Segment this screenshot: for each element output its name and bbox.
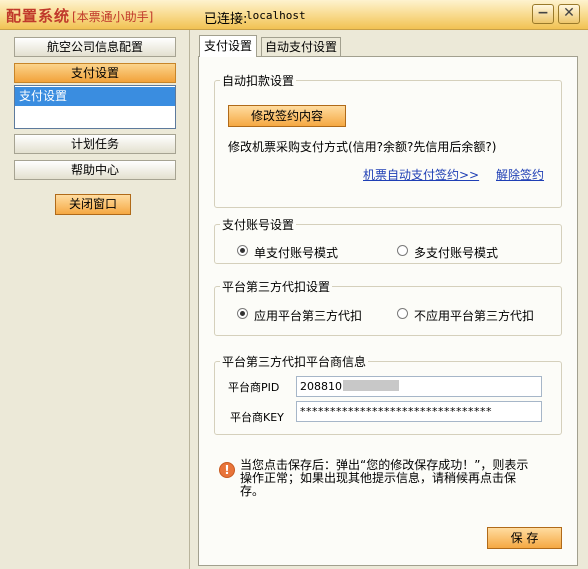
single-account-radio-label[interactable]: 单支付账号模式 [254, 244, 338, 261]
auto-deduct-description: 修改机票采购支付方式(信用?余额?先信用后余额?) [228, 140, 497, 154]
minimize-icon: − [537, 5, 549, 21]
no-third-party-radio-label[interactable]: 不应用平台第三方代扣 [414, 307, 534, 324]
auto-deduct-group-title: 自动扣款设置 [220, 72, 297, 89]
no-third-party-radio[interactable] [397, 308, 408, 319]
auto-payment-contract-link[interactable]: 机票自动支付签约>> [363, 166, 479, 183]
tab-auto-payment-settings[interactable]: 自动支付设置 [261, 37, 341, 56]
close-button[interactable]: ✕ [558, 4, 580, 24]
nav-sublist: 支付设置 [14, 85, 176, 129]
close-window-button[interactable]: 关闭窗口 [55, 194, 131, 215]
pid-redaction-mask [343, 380, 399, 391]
connection-label: 已连接: [204, 12, 248, 27]
save-button[interactable]: 保 存 [487, 527, 562, 549]
pid-input[interactable]: 2088101 [296, 376, 542, 397]
minimize-button[interactable]: − [532, 4, 554, 24]
app-subtitle: [本票通小助手] [72, 10, 154, 24]
connection-host: localhost [246, 9, 306, 22]
multi-account-radio[interactable] [397, 245, 408, 256]
platform-info-group-title: 平台第三方代扣平台商信息 [220, 353, 369, 370]
key-label: 平台商KEY [230, 411, 284, 424]
third-party-deduct-group-title: 平台第三方代扣设置 [220, 278, 333, 295]
use-third-party-radio-label[interactable]: 应用平台第三方代扣 [254, 307, 362, 324]
payment-account-group-title: 支付账号设置 [220, 216, 297, 233]
tab-payment-settings[interactable]: 支付设置 [199, 35, 257, 57]
nav-scheduled-tasks-button[interactable]: 计划任务 [14, 134, 176, 154]
pid-label: 平台商PID [228, 381, 280, 394]
save-notice-text: 当您点击保存后：弹出“您的修改保存成功！”，则表示操作正常；如果出现其他提示信息… [240, 458, 529, 498]
key-input[interactable]: ******************************** [296, 401, 542, 422]
nav-sublist-item-payment[interactable]: 支付设置 [15, 87, 175, 106]
app-title: 配置系统 [6, 7, 71, 25]
use-third-party-radio[interactable] [237, 308, 248, 319]
single-account-radio[interactable] [237, 245, 248, 256]
nav-payment-settings-button[interactable]: 支付设置 [14, 63, 176, 83]
modify-contract-button[interactable]: 修改签约内容 [228, 105, 346, 127]
multi-account-radio-label[interactable]: 多支付账号模式 [414, 244, 498, 261]
nav-help-center-button[interactable]: 帮助中心 [14, 160, 176, 180]
warning-icon: ! [219, 462, 235, 478]
cancel-contract-link[interactable]: 解除签约 [496, 166, 544, 183]
nav-airline-config-button[interactable]: 航空公司信息配置 [14, 37, 176, 57]
close-icon: ✕ [563, 5, 575, 21]
